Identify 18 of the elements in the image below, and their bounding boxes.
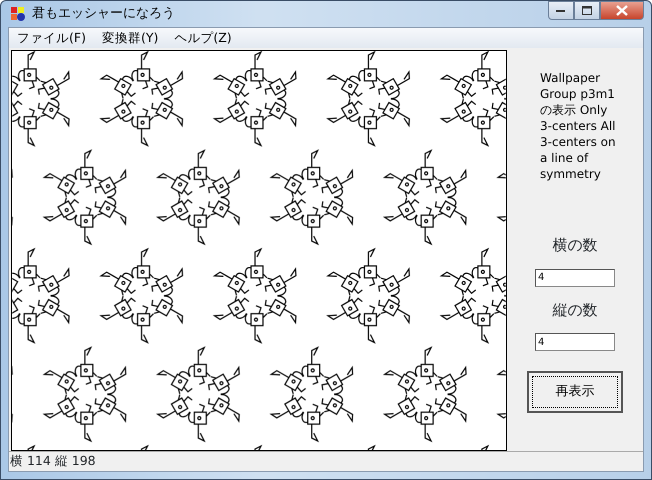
menu-item[interactable]: ヘルプ(Z)	[168, 28, 238, 48]
minimize-button[interactable]	[548, 1, 574, 20]
menu-item[interactable]: ファイル(F)	[11, 28, 92, 48]
input-field[interactable]: 4	[535, 333, 615, 351]
description-text: Wallpaper Group p3m1 の表示 Only 3-centers All 3-centers on a line of symmetry	[540, 70, 617, 182]
menu-item[interactable]: 変換群(Y)	[96, 28, 164, 48]
redraw-button[interactable]: 再表示	[527, 371, 623, 413]
minimize-icon	[556, 8, 566, 12]
maximize-button[interactable]	[574, 1, 600, 20]
close-icon	[616, 5, 628, 16]
field-label: 縦の数	[552, 300, 598, 320]
status-text: 横 114 縦 198	[10, 452, 96, 470]
app-icon	[10, 6, 26, 22]
input-field[interactable]: 4	[535, 268, 615, 286]
maximize-icon	[582, 6, 592, 15]
window-title: 君もエッシャーになろう	[32, 5, 175, 24]
close-button[interactable]	[600, 1, 644, 20]
field-label: 横の数	[552, 235, 598, 256]
